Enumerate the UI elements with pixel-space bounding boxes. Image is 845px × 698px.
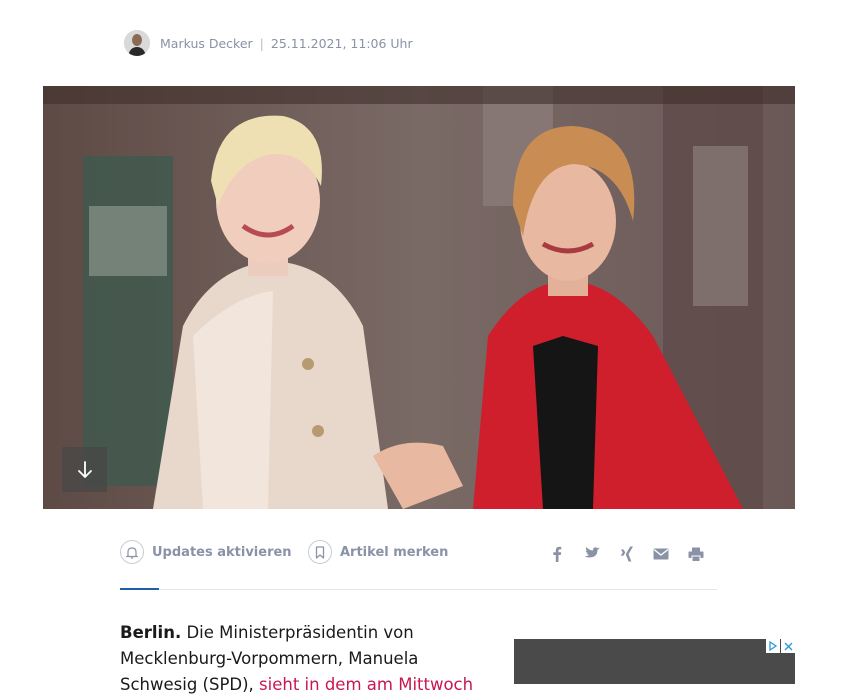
- ad-slot[interactable]: [514, 639, 795, 684]
- scroll-down-button[interactable]: [62, 447, 107, 492]
- bookmark-icon: [308, 540, 332, 564]
- mail-icon[interactable]: [651, 545, 671, 563]
- ad-badges: [765, 639, 795, 653]
- updates-button[interactable]: Updates aktivieren: [120, 540, 292, 564]
- xing-icon[interactable]: [617, 545, 637, 563]
- facebook-icon[interactable]: [547, 545, 567, 563]
- author-avatar[interactable]: [124, 30, 150, 56]
- hero-image: [43, 86, 795, 509]
- bookmark-label: Artikel merken: [340, 544, 449, 560]
- bookmark-button[interactable]: Artikel merken: [308, 540, 448, 564]
- adchoices-icon[interactable]: [766, 639, 780, 653]
- bell-icon: [120, 540, 144, 564]
- article-link[interactable]: sieht in dem am Mittwoch: [259, 675, 473, 694]
- close-icon[interactable]: [781, 639, 795, 653]
- twitter-icon[interactable]: [581, 545, 601, 563]
- author-byline: Markus Decker | 25.11.2021, 11:06 Uhr: [124, 30, 413, 56]
- author-name[interactable]: Markus Decker: [160, 36, 253, 51]
- byline-separator: |: [259, 35, 264, 51]
- article-action-bar: Updates aktivieren Artikel merken: [120, 537, 717, 590]
- updates-label: Updates aktivieren: [152, 544, 292, 560]
- publish-date: 25.11.2021, 11:06 Uhr: [270, 35, 413, 51]
- active-indicator: [120, 588, 159, 590]
- dateline: Berlin.: [120, 623, 182, 642]
- print-icon[interactable]: [686, 545, 706, 563]
- article-body: Berlin. Die Ministerpräsidentin von Meck…: [120, 620, 495, 698]
- arrow-down-icon: [77, 460, 92, 478]
